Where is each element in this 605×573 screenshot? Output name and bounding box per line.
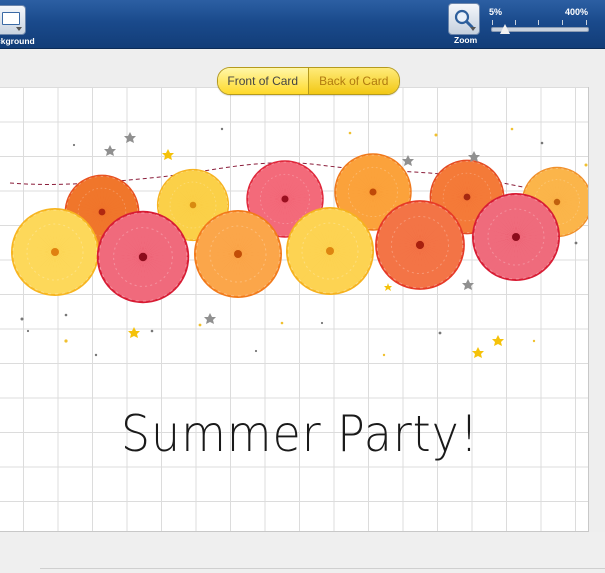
top-toolbar: ckground Zoom 5% 400% bbox=[0, 0, 605, 49]
paper-flower-garland-image bbox=[9, 127, 588, 358]
back-of-card-tab[interactable]: Back of Card bbox=[308, 68, 399, 94]
zoom-button[interactable] bbox=[448, 3, 480, 35]
slider-tick bbox=[562, 20, 563, 25]
slider-tick bbox=[538, 20, 539, 25]
card-side-toggle: Front of Card Back of Card bbox=[217, 67, 400, 95]
zoom-label: Zoom bbox=[454, 35, 478, 45]
background-frame-icon bbox=[2, 12, 20, 25]
zoom-max-label: 400% bbox=[565, 7, 589, 17]
divider bbox=[40, 568, 605, 569]
background-button[interactable] bbox=[0, 5, 26, 35]
slider-tick bbox=[586, 20, 587, 25]
slider-tick bbox=[515, 20, 516, 25]
zoom-min-label: 5% bbox=[489, 7, 503, 17]
slider-tick bbox=[492, 20, 493, 25]
card-canvas[interactable]: Summer Party! bbox=[0, 87, 589, 532]
card-headline-text[interactable]: Summer Party! bbox=[24, 405, 576, 463]
bottom-panel bbox=[0, 532, 605, 573]
background-label: ckground bbox=[0, 36, 35, 46]
dropdown-caret-icon bbox=[470, 27, 476, 31]
front-of-card-tab[interactable]: Front of Card bbox=[218, 68, 309, 94]
zoom-slider-thumb[interactable] bbox=[500, 24, 511, 34]
dropdown-caret-icon bbox=[16, 27, 22, 31]
